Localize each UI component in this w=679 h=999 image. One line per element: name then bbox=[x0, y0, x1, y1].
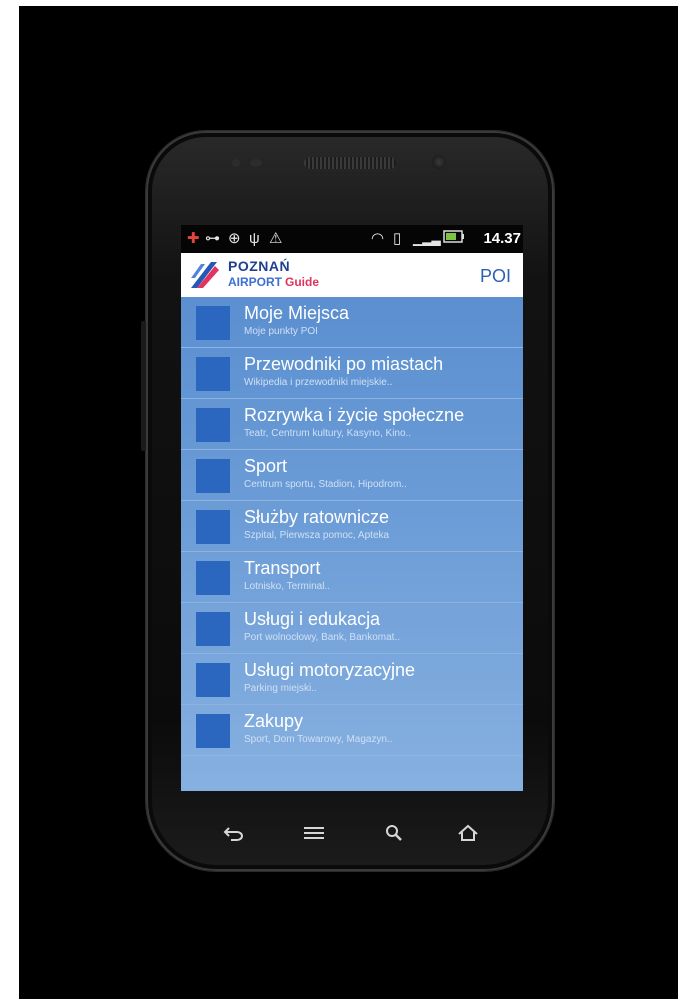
search-button[interactable] bbox=[364, 813, 424, 853]
category-icon bbox=[196, 663, 230, 697]
category-icon bbox=[196, 408, 230, 442]
back-button[interactable] bbox=[204, 813, 264, 853]
category-item-sport[interactable]: Sport Centrum sportu, Stadion, Hipodrom.… bbox=[181, 450, 523, 501]
category-title: Sport bbox=[244, 456, 288, 476]
proximity-sensor bbox=[232, 159, 240, 167]
category-title: Moje Miejsca bbox=[244, 303, 350, 323]
warning-icon: ⚠ bbox=[269, 230, 283, 247]
category-subtitle: Lotnisko, Terminal.. bbox=[244, 581, 330, 592]
category-title: Usługi motoryzacyjne bbox=[244, 660, 416, 680]
logo-airport-text: AIRPORT Guide bbox=[228, 275, 320, 289]
menu-button[interactable] bbox=[284, 813, 344, 853]
menu-icon bbox=[304, 827, 324, 839]
category-subtitle: Sport, Dom Towarowy, Magazyn.. bbox=[244, 734, 393, 745]
search-icon bbox=[386, 825, 402, 841]
logo-poznan-text: POZNAŃ bbox=[228, 258, 291, 274]
category-icon bbox=[196, 612, 230, 646]
category-icon bbox=[196, 561, 230, 595]
category-title: Służby ratownicze bbox=[244, 507, 390, 527]
app-header: POZNAŃ AIRPORT Guide POI bbox=[181, 253, 523, 297]
category-icon bbox=[196, 714, 230, 748]
category-icon bbox=[196, 357, 230, 391]
volume-rocker bbox=[141, 321, 146, 451]
category-icon bbox=[196, 510, 230, 544]
category-item-moje-miejsca[interactable]: Moje Miejsca Moje punkty POI bbox=[181, 297, 523, 348]
category-subtitle: Parking miejski.. bbox=[244, 683, 317, 694]
voicemail-icon: ⊶ bbox=[205, 230, 220, 247]
hardware-nav-bar bbox=[146, 813, 554, 863]
download-icon: ⊕ bbox=[228, 230, 241, 247]
category-item-rozrywka[interactable]: Rozrywka i życie społeczne Teatr, Centru… bbox=[181, 399, 523, 450]
category-item-przewodniki[interactable]: Przewodniki po miastach Wikipedia i prze… bbox=[181, 348, 523, 399]
phone-screen: ✚ ⊶ ⊕ ψ ⚠ ◠ ▯ ▁▂▃ 14.37 POZNAŃ AIRPORT Gu… bbox=[181, 225, 523, 791]
category-subtitle: Wikipedia i przewodniki miejskie.. bbox=[244, 377, 393, 388]
poi-category-list: Moje Miejsca Moje punkty POI Przewodniki… bbox=[181, 297, 523, 791]
back-icon bbox=[223, 827, 243, 841]
category-subtitle: Teatr, Centrum kultury, Kasyno, Kino.. bbox=[244, 428, 412, 439]
poznan-airport-logo-icon bbox=[191, 262, 219, 288]
wifi-icon: ◠ bbox=[371, 230, 385, 247]
category-subtitle: Centrum sportu, Stadion, Hipodrom.. bbox=[244, 479, 407, 490]
signal-icon: ▁▂▃ bbox=[413, 232, 441, 246]
category-item-uslugi-motoryzacyjne[interactable]: Usługi motoryzacyjne Parking miejski.. bbox=[181, 654, 523, 705]
category-title: Transport bbox=[244, 558, 321, 578]
category-item-uslugi-edukacja[interactable]: Usługi i edukacja Port wolnocłowy, Bank,… bbox=[181, 603, 523, 654]
sim-icon: ▯ bbox=[393, 230, 402, 247]
category-item-zakupy[interactable]: Zakupy Sport, Dom Towarowy, Magazyn.. bbox=[181, 705, 523, 756]
category-title: Przewodniki po miastach bbox=[244, 354, 444, 374]
app-notification-icon: ✚ bbox=[187, 230, 200, 247]
status-bar: ✚ ⊶ ⊕ ψ ⚠ ◠ ▯ ▁▂▃ 14.37 bbox=[181, 225, 523, 253]
category-subtitle: Szpital, Pierwsza pomoc, Apteka bbox=[244, 530, 390, 541]
home-button[interactable] bbox=[438, 813, 498, 853]
status-time: 14.37 bbox=[483, 230, 521, 247]
usb-icon: ψ bbox=[249, 230, 260, 247]
category-title: Zakupy bbox=[244, 711, 304, 731]
earpiece-speaker bbox=[304, 157, 396, 169]
front-camera bbox=[432, 155, 446, 169]
category-subtitle: Port wolnocłowy, Bank, Bankomat.. bbox=[244, 632, 400, 643]
category-icon bbox=[196, 459, 230, 493]
category-icon bbox=[196, 306, 230, 340]
category-item-transport[interactable]: Transport Lotnisko, Terminal.. bbox=[181, 552, 523, 603]
battery-icon bbox=[443, 230, 465, 248]
category-title: Rozrywka i życie społeczne bbox=[244, 405, 465, 425]
light-sensor bbox=[250, 159, 262, 167]
category-subtitle: Moje punkty POI bbox=[244, 326, 318, 337]
page-title: POI bbox=[479, 266, 511, 286]
category-title: Usługi i edukacja bbox=[244, 609, 381, 629]
logo-guide-text: Guide bbox=[285, 275, 320, 289]
category-item-sluzby-ratownicze[interactable]: Służby ratownicze Szpital, Pierwsza pomo… bbox=[181, 501, 523, 552]
home-icon bbox=[458, 824, 478, 841]
